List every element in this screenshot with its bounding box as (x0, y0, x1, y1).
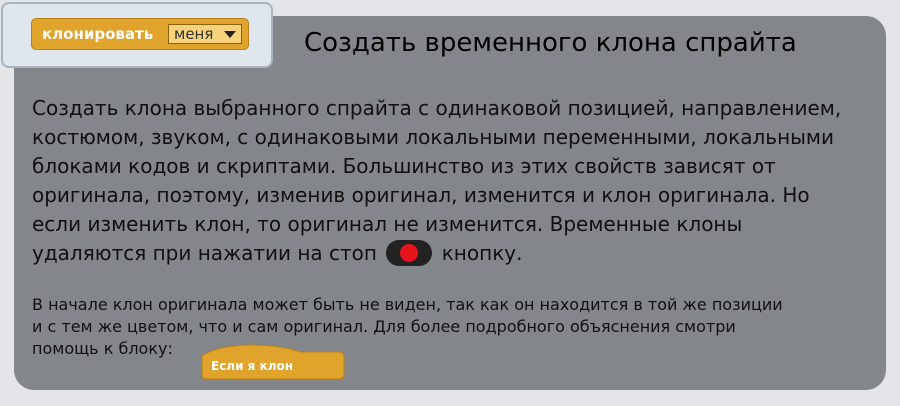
block-preview-card: клонировать меня (1, 2, 273, 68)
stop-dot-icon (400, 243, 419, 262)
description-line: если изменить клон, то оригинал не измен… (32, 212, 743, 236)
target-dropdown[interactable]: меня (168, 24, 242, 44)
description-paragraph: Создать клона выбранного спрайта с одина… (32, 94, 882, 268)
note-paragraph: В начале клон оригинала может быть не ви… (32, 294, 882, 360)
note-line: и с тем же цветом, что и сам оригинал. Д… (32, 317, 736, 336)
description-text-before-stop: удаляются при нажатии на стоп (32, 241, 377, 265)
description-line: оригинала, поэтому, изменив оригинал, из… (32, 183, 810, 207)
description-line: костюмом, звуком, с одинаковыми локальны… (32, 125, 835, 149)
help-title: Создать временного клона спрайта (304, 28, 797, 58)
note-line: В начале клон оригинала может быть не ви… (32, 295, 783, 314)
description-text-after-stop: кнопку. (441, 241, 523, 265)
stop-button-icon (386, 239, 433, 266)
description-line-last: удаляются при нажатии на стоп кнопку. (32, 239, 882, 268)
clone-block-label: клонировать (42, 25, 154, 43)
note-line: помощь к блоку: (32, 339, 173, 358)
target-dropdown-value: меня (174, 25, 214, 43)
description-line: Создать клона выбранного спрайта с одина… (32, 96, 842, 120)
clone-block[interactable]: клонировать меня (31, 18, 249, 50)
chevron-down-icon[interactable] (224, 31, 236, 38)
description-line: блоками кодов и скриптами. Большинство и… (32, 154, 776, 178)
hat-block-label: Если я клон (211, 359, 294, 373)
when-i-am-cloned-hat-block[interactable]: Если я клон (201, 344, 345, 380)
